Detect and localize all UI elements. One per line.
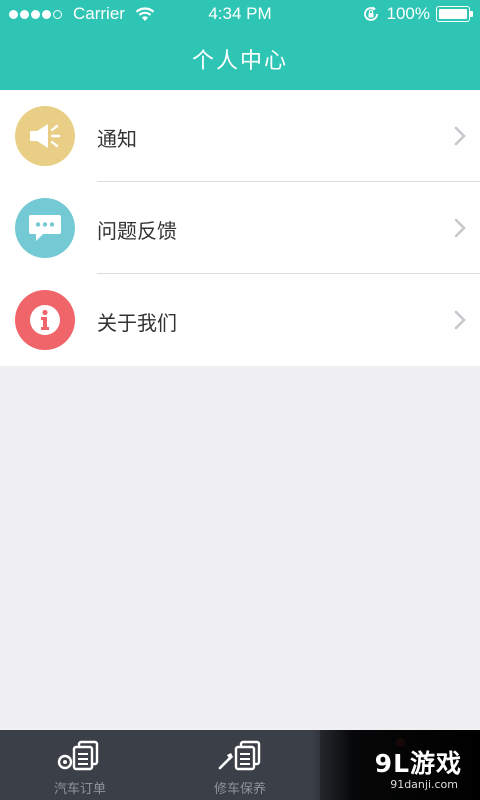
tab-repair-maintenance[interactable]: 修车保养 xyxy=(160,730,320,800)
nav-bar: 个人中心 xyxy=(0,28,480,90)
menu-item-label: 问题反馈 xyxy=(97,219,177,243)
watermark: 9L游戏 91danji.com xyxy=(312,730,480,800)
car-order-icon xyxy=(57,740,103,772)
repair-maintenance-icon xyxy=(217,740,263,772)
chat-bubble-icon xyxy=(15,198,75,258)
menu-item-about-us[interactable]: 关于我们 xyxy=(0,274,480,366)
menu-item-label: 通知 xyxy=(97,127,137,151)
rotation-lock-icon xyxy=(363,6,378,21)
status-right: 100% xyxy=(362,4,473,24)
chevron-right-icon xyxy=(454,126,466,146)
watermark-url: 91danji.com xyxy=(390,778,458,791)
battery-icon xyxy=(436,6,473,22)
tab-car-orders[interactable]: 汽车订单 xyxy=(0,730,160,800)
page-title: 个人中心 xyxy=(191,49,288,74)
menu-item-notifications[interactable]: 通知 xyxy=(0,90,480,182)
watermark-logo: 9L游戏 xyxy=(374,749,462,778)
tab-label: 修车保养 xyxy=(213,782,266,797)
battery-percent: 100% xyxy=(386,4,430,23)
info-icon xyxy=(15,290,75,350)
speaker-icon xyxy=(15,106,75,166)
tab-label: 汽车订单 xyxy=(53,782,106,797)
menu-item-feedback[interactable]: 问题反馈 xyxy=(0,182,480,274)
status-bar: Carrier 4:34 PM 100% xyxy=(0,0,480,28)
menu-item-label: 关于我们 xyxy=(97,311,177,335)
menu-list: 通知 问题反馈 关于我们 xyxy=(0,90,480,366)
chevron-right-icon xyxy=(454,310,466,330)
chevron-right-icon xyxy=(454,218,466,238)
